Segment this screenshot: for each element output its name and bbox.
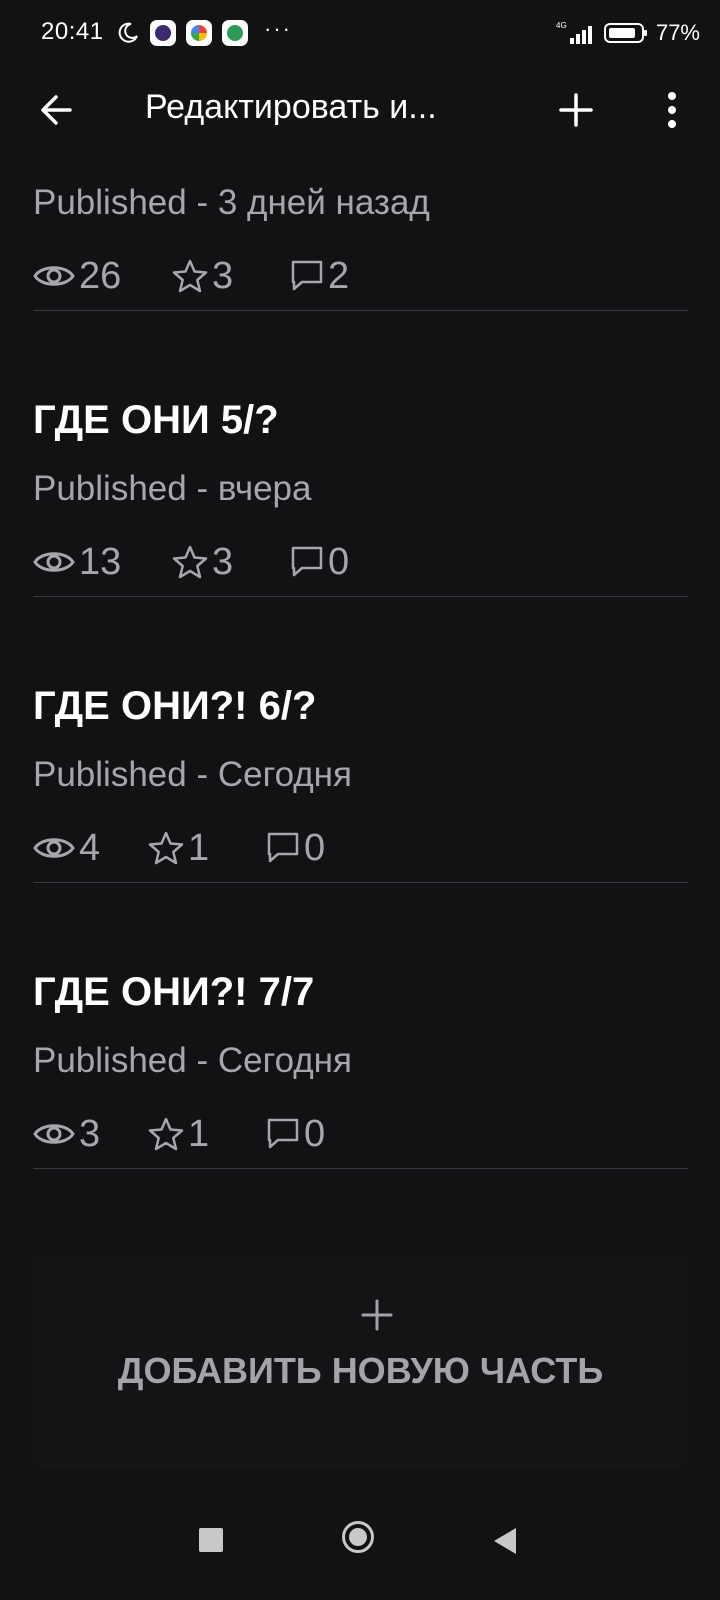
views-stat: 3	[33, 1113, 148, 1156]
part-status: Published - 3 дней назад	[33, 183, 430, 222]
part-status: Published - Сегодня	[33, 1041, 352, 1080]
status-right: 4G 77%	[556, 20, 700, 46]
part-item[interactable]: ГДЕ ОНИ 5/? Published - вчера 13 3 0	[33, 311, 688, 597]
comment-icon	[267, 1118, 299, 1149]
part-title: ГДЕ ОНИ 5/?	[33, 398, 279, 442]
stars-stat: 1	[148, 1113, 266, 1156]
status-notification-icons	[116, 20, 248, 46]
google-notification-icon	[186, 20, 212, 46]
status-bar: 20:41 ··· 4G 77%	[0, 0, 720, 70]
home-button[interactable]	[342, 1521, 374, 1553]
app-notification-icon	[150, 20, 176, 46]
eye-icon	[33, 838, 75, 858]
back-button[interactable]	[494, 1528, 516, 1554]
stars-stat: 3	[172, 541, 290, 584]
comments-count: 2	[328, 254, 350, 297]
part-stats: 13 3 0	[33, 537, 349, 587]
star-icon	[148, 831, 184, 865]
add-new-part-label: ДОБАВИТЬ НОВУЮ ЧАСТЬ	[117, 1350, 604, 1391]
star-icon	[172, 259, 208, 293]
stars-count: 3	[212, 540, 234, 583]
part-title: ГДЕ ОНИ?! 7/7	[33, 970, 315, 1014]
comments-count: 0	[328, 540, 350, 583]
comments-count: 0	[304, 826, 326, 869]
star-icon	[148, 1117, 184, 1151]
comment-icon	[291, 546, 323, 577]
views-count: 26	[79, 254, 122, 297]
more-notifications-icon: ···	[264, 16, 292, 41]
views-stat: 4	[33, 827, 148, 870]
part-stats: 3 1 0	[33, 1109, 325, 1159]
comments-stat: 2	[290, 255, 349, 298]
comment-icon	[267, 832, 299, 863]
part-item[interactable]: ГДЕ ОНИ?! 7/7 Published - Сегодня 3 1 0	[33, 883, 688, 1169]
status-time: 20:41	[41, 18, 104, 45]
views-stat: 26	[33, 255, 172, 298]
add-new-part-button[interactable]: ДОБАВИТЬ НОВУЮ ЧАСТЬ	[33, 1258, 688, 1468]
views-count: 3	[79, 1112, 101, 1155]
stars-stat: 1	[148, 827, 266, 870]
part-status: Published - вчера	[33, 469, 312, 508]
comments-stat: 0	[266, 1113, 325, 1156]
comments-stat: 0	[266, 827, 325, 870]
network-type: 4G	[556, 21, 567, 30]
views-count: 13	[79, 540, 122, 583]
comments-count: 0	[304, 1112, 326, 1155]
parts-list: Published - 3 дней назад 26 3 2 ГДЕ ОНИ …	[33, 150, 688, 1169]
app-notification-icon	[222, 20, 248, 46]
plus-icon	[361, 1299, 393, 1331]
part-stats: 4 1 0	[33, 823, 325, 873]
eye-icon	[33, 266, 75, 286]
stars-count: 1	[188, 1112, 210, 1155]
arrow-left-icon[interactable]	[36, 90, 76, 130]
moon-icon	[118, 22, 138, 43]
part-stats: 26 3 2	[33, 251, 349, 301]
battery-percent: 77%	[655, 20, 700, 45]
star-icon	[172, 545, 208, 579]
recent-apps-button[interactable]	[199, 1528, 223, 1552]
comments-stat: 0	[290, 541, 349, 584]
page-title: Редактировать и...	[145, 88, 437, 126]
stars-count: 3	[212, 254, 234, 297]
comment-icon	[291, 260, 323, 291]
signal-icon: 4G	[556, 21, 592, 44]
views-stat: 13	[33, 541, 172, 584]
part-title: ГДЕ ОНИ?! 6/?	[33, 684, 317, 728]
part-item[interactable]: Published - 3 дней назад 26 3 2	[33, 150, 688, 311]
eye-icon	[33, 1124, 75, 1144]
plus-icon[interactable]	[556, 90, 596, 130]
stars-stat: 3	[172, 255, 290, 298]
more-vertical-icon[interactable]	[654, 88, 690, 132]
battery-icon	[603, 23, 647, 43]
part-item[interactable]: ГДЕ ОНИ?! 6/? Published - Сегодня 4 1 0	[33, 597, 688, 883]
eye-icon	[33, 552, 75, 572]
part-status: Published - Сегодня	[33, 755, 352, 794]
app-bar: Редактировать и...	[0, 70, 720, 150]
views-count: 4	[79, 826, 101, 869]
stars-count: 1	[188, 826, 210, 869]
system-nav-bar	[0, 1490, 720, 1600]
